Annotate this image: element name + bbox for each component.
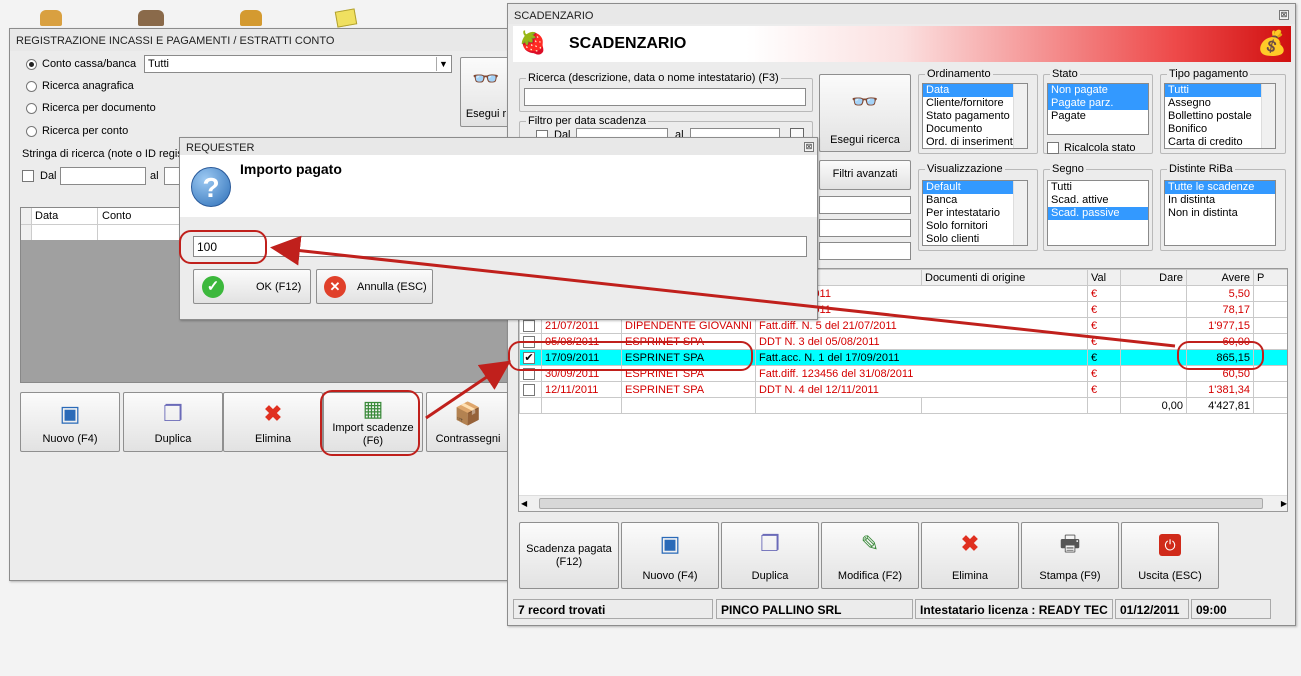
arrow-to-importo (270, 235, 1176, 348)
arrow-to-row (425, 360, 511, 420)
annotation-arrows (270, 235, 1176, 420)
